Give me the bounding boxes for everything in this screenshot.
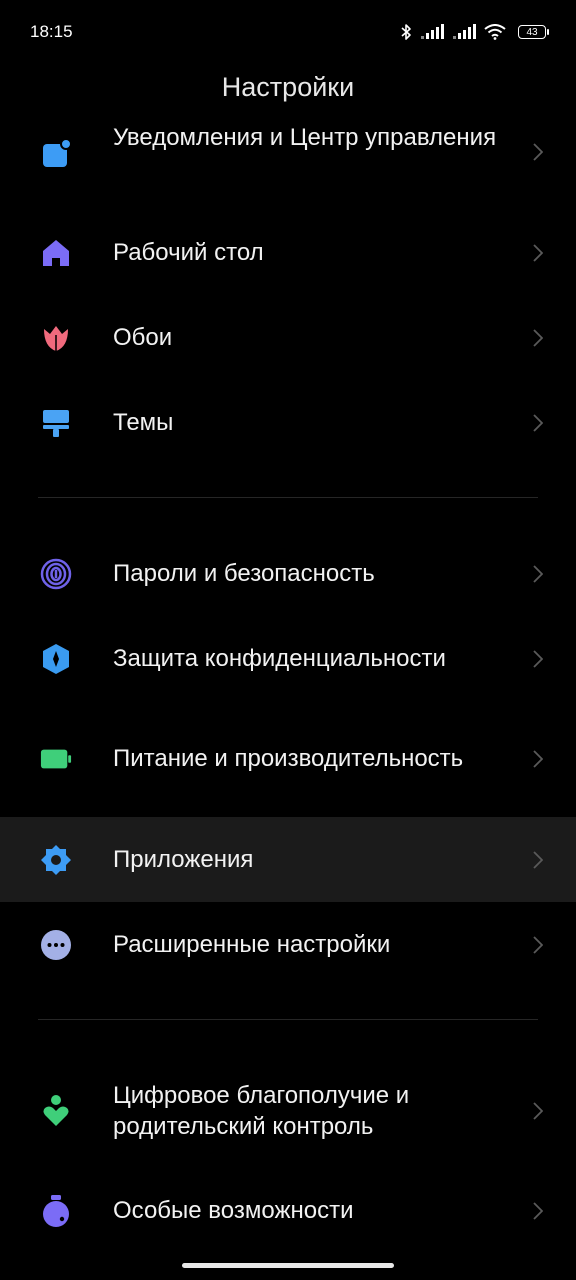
settings-item-label: Уведомления и Центр управления (113, 126, 497, 151)
settings-item-digital-wellbeing[interactable]: Цифровое благополучие и родительский кон… (0, 1053, 576, 1168)
clip-container: Уведомления и Центр управления (0, 126, 576, 214)
settings-item-label: Обои (113, 324, 173, 351)
chevron-right-icon (530, 1101, 546, 1120)
settings-item-accessibility[interactable]: Особые возможности (0, 1168, 576, 1253)
chevron-right-icon (530, 328, 546, 347)
settings-item-label: Питание и производительность (113, 745, 464, 772)
more-dots-icon (40, 929, 72, 961)
accessibility-icon (40, 1194, 72, 1227)
chevron-right-icon (530, 413, 546, 432)
chevron-right-icon (530, 143, 546, 161)
battery-power-icon (40, 743, 72, 775)
settings-item-label: Защита конфиденциальности (113, 645, 446, 672)
bluetooth-icon (400, 23, 412, 41)
notifications-icon (40, 138, 72, 170)
settings-item-home-screen[interactable]: Рабочий стол (0, 210, 576, 295)
settings-item-battery-performance[interactable]: Питание и производительность (0, 701, 576, 816)
settings-item-themes[interactable]: Темы (0, 380, 576, 465)
settings-item-passwords-security[interactable]: Пароли и безопасность (0, 531, 576, 616)
chevron-right-icon (530, 243, 546, 262)
signal-icon (452, 24, 476, 40)
status-time: 18:15 (30, 22, 73, 41)
settings-item-label: Пароли и безопасность (113, 560, 375, 587)
settings-item-label: Особые возможности (113, 1197, 354, 1224)
battery-icon: 43 (518, 25, 549, 39)
settings-item-advanced[interactable]: Расширенные настройки (0, 902, 576, 987)
fingerprint-icon (40, 558, 72, 590)
home-indicator[interactable] (182, 1263, 394, 1268)
settings-item-apps[interactable]: Приложения (0, 817, 576, 902)
section-divider (38, 1019, 538, 1020)
settings-item-wallpaper[interactable]: Обои (0, 295, 576, 380)
chevron-right-icon (530, 749, 546, 768)
page-title: Настройки (221, 72, 355, 102)
apps-gear-icon (40, 844, 72, 876)
chevron-right-icon (530, 1201, 546, 1220)
themes-brush-icon (40, 407, 72, 439)
section-divider (38, 497, 538, 498)
settings-item-label: Приложения (113, 846, 254, 873)
status-icons: 43 (400, 23, 549, 41)
settings-item-notifications[interactable]: Уведомления и Центр управления (0, 126, 576, 214)
settings-item-label: Рабочий стол (113, 239, 264, 266)
settings-item-label: Темы (113, 409, 174, 436)
wellbeing-icon (40, 1094, 72, 1127)
status-bar: 18:15 43 (0, 0, 576, 64)
chevron-right-icon (530, 649, 546, 668)
chevron-right-icon (530, 935, 546, 954)
signal-icon (420, 24, 444, 40)
settings-item-label: Цифровое благополучие и родительский кон… (113, 1081, 410, 1140)
privacy-shield-icon (40, 643, 72, 675)
settings-item-label: Расширенные настройки (113, 931, 391, 958)
wallpaper-tulip-icon (40, 322, 72, 354)
battery-level: 43 (526, 26, 538, 38)
chevron-right-icon (530, 564, 546, 583)
home-icon (40, 237, 72, 269)
chevron-right-icon (530, 850, 546, 869)
settings-item-privacy[interactable]: Защита конфиденциальности (0, 616, 576, 701)
wifi-icon (484, 24, 506, 40)
